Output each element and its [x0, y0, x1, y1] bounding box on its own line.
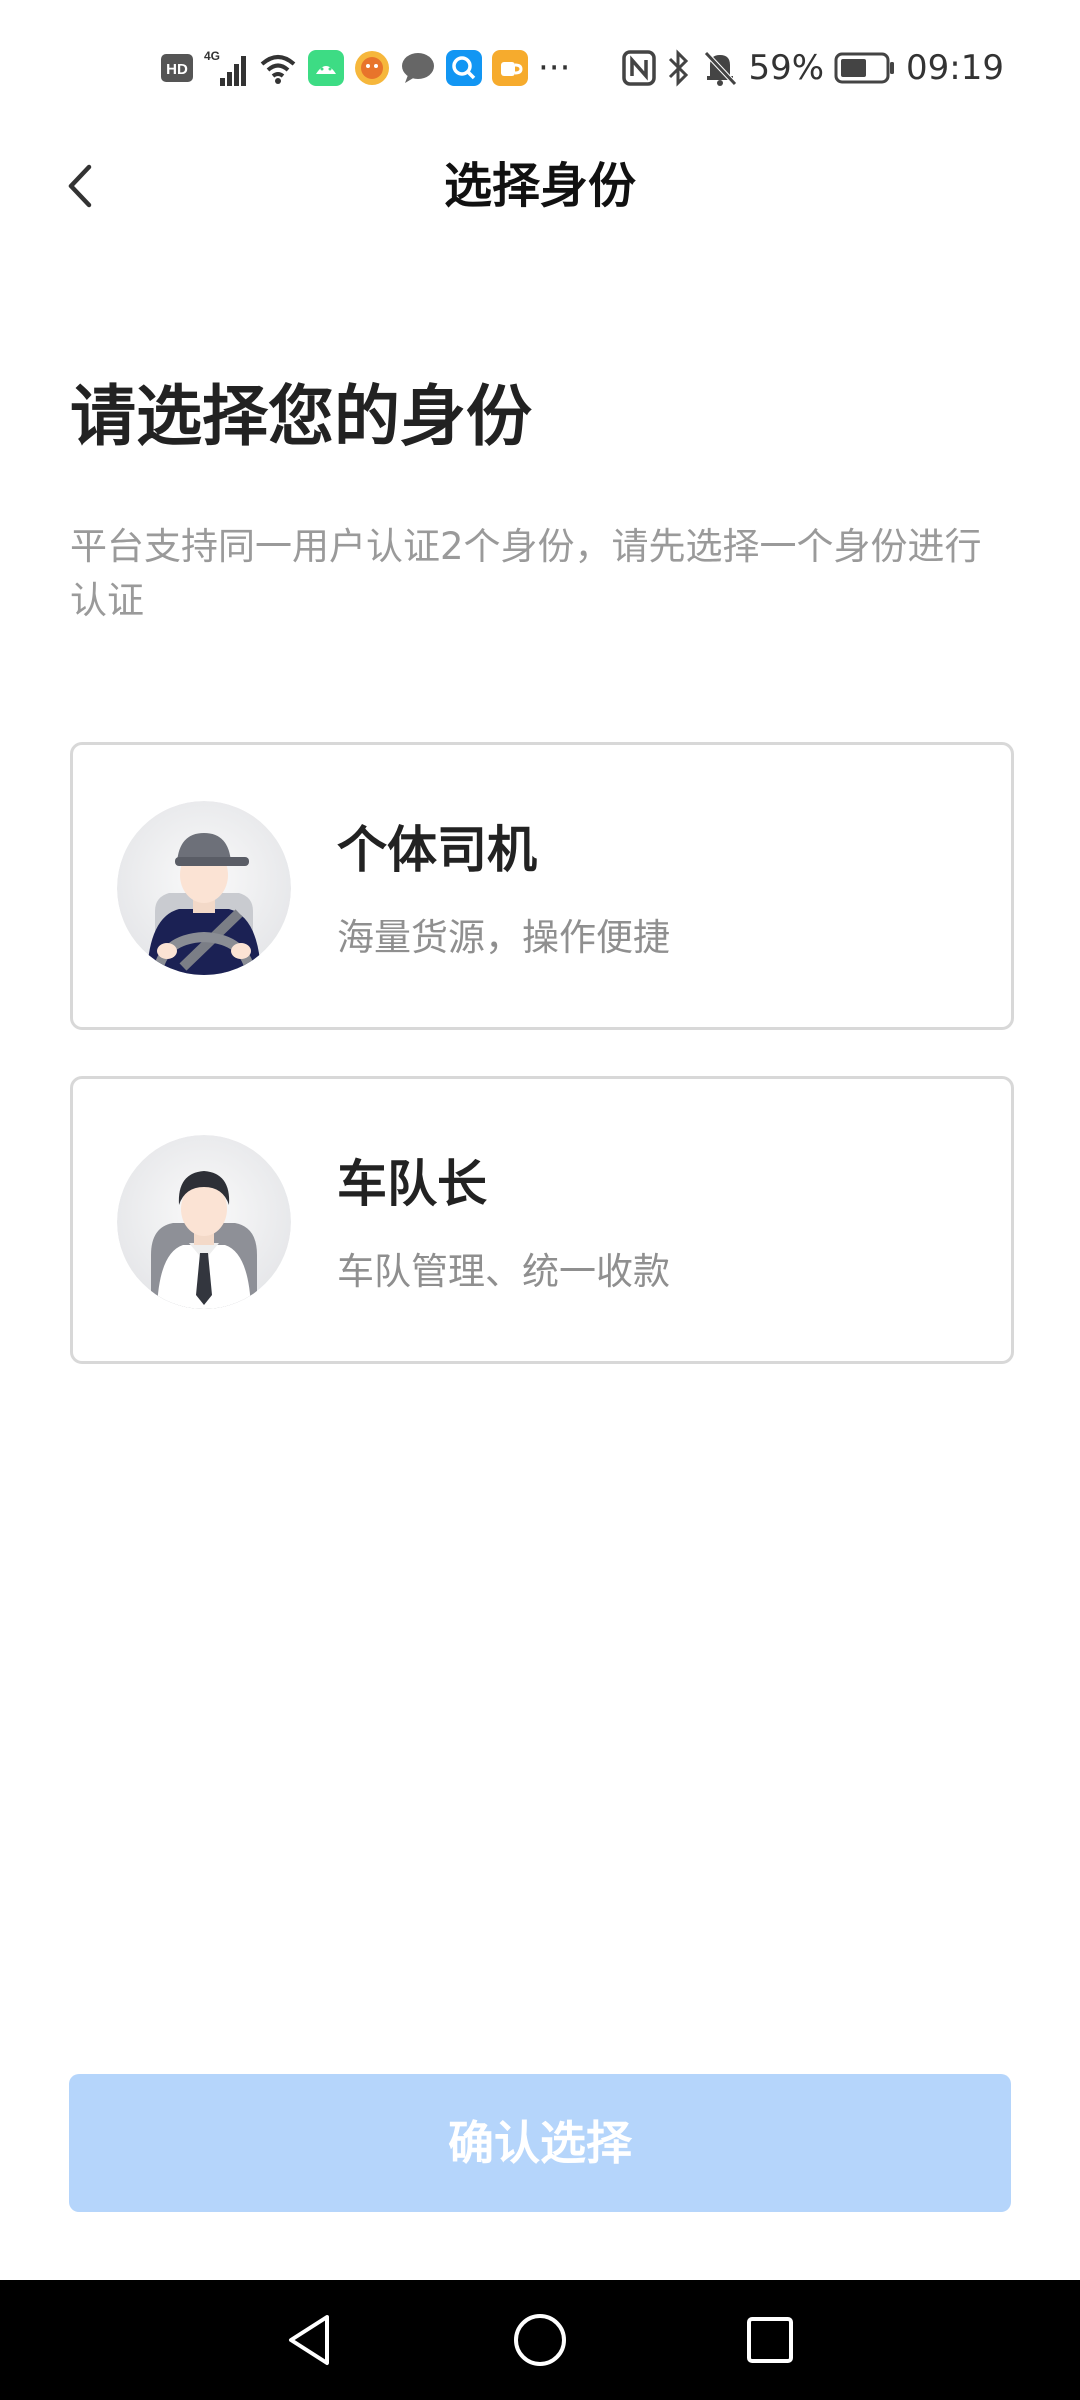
main-subtitle: 平台支持同一用户认证2个身份，请先选择一个身份进行认证: [70, 525, 982, 622]
confirm-selection-button[interactable]: 确认选择: [69, 2074, 1011, 2212]
android-app-icon: [308, 50, 344, 86]
main-heading: 请选择您的身份: [70, 378, 532, 455]
message-icon: [402, 53, 434, 83]
clock: 09:19: [906, 48, 1004, 88]
role-description: 海量货源，操作便捷: [337, 916, 670, 959]
status-bar: HD 4G ··· 59% 09:19: [0, 0, 1080, 136]
svg-text:4G: 4G: [204, 49, 220, 63]
role-card-fleet-captain[interactable]: 车队长 车队管理、统一收款: [70, 1076, 1014, 1364]
nav-recent-apps-button[interactable]: [730, 2300, 810, 2380]
more-notifications-icon: ···: [538, 48, 571, 88]
fleet-captain-avatar-icon: [117, 1135, 291, 1309]
search-app-icon: [446, 50, 482, 86]
role-title: 个体司机: [337, 821, 537, 879]
cup-app-icon: [492, 50, 528, 86]
signal-icon: 4G: [204, 49, 246, 86]
status-bar-notifications: HD 4G ···: [160, 42, 570, 94]
driver-avatar-icon: [117, 801, 291, 975]
system-navigation-bar: [0, 2280, 1080, 2400]
svg-text:HD: HD: [166, 61, 188, 78]
game-app-icon: [355, 51, 389, 85]
nav-home-button[interactable]: [500, 2300, 580, 2380]
wifi-icon: [260, 55, 296, 84]
nfc-icon: [622, 50, 657, 86]
role-description: 车队管理、统一收款: [337, 1250, 670, 1293]
triangle-back-icon: [289, 2315, 329, 2365]
hd-icon: HD: [161, 54, 193, 82]
battery-percent: 59%: [748, 48, 825, 88]
header: 选择身份: [0, 136, 1080, 236]
nav-back-button[interactable]: [270, 2300, 350, 2380]
mute-icon: [704, 51, 738, 86]
circle-home-icon: [514, 2314, 566, 2366]
battery-icon: [834, 52, 895, 84]
role-card-driver[interactable]: 个体司机 海量货源，操作便捷: [70, 742, 1014, 1030]
bluetooth-icon: [669, 49, 689, 87]
status-bar-system: 59% 09:19: [622, 42, 1004, 94]
page-title: 选择身份: [443, 158, 636, 214]
square-recents-icon: [747, 2317, 793, 2363]
role-title: 车队长: [337, 1155, 487, 1213]
